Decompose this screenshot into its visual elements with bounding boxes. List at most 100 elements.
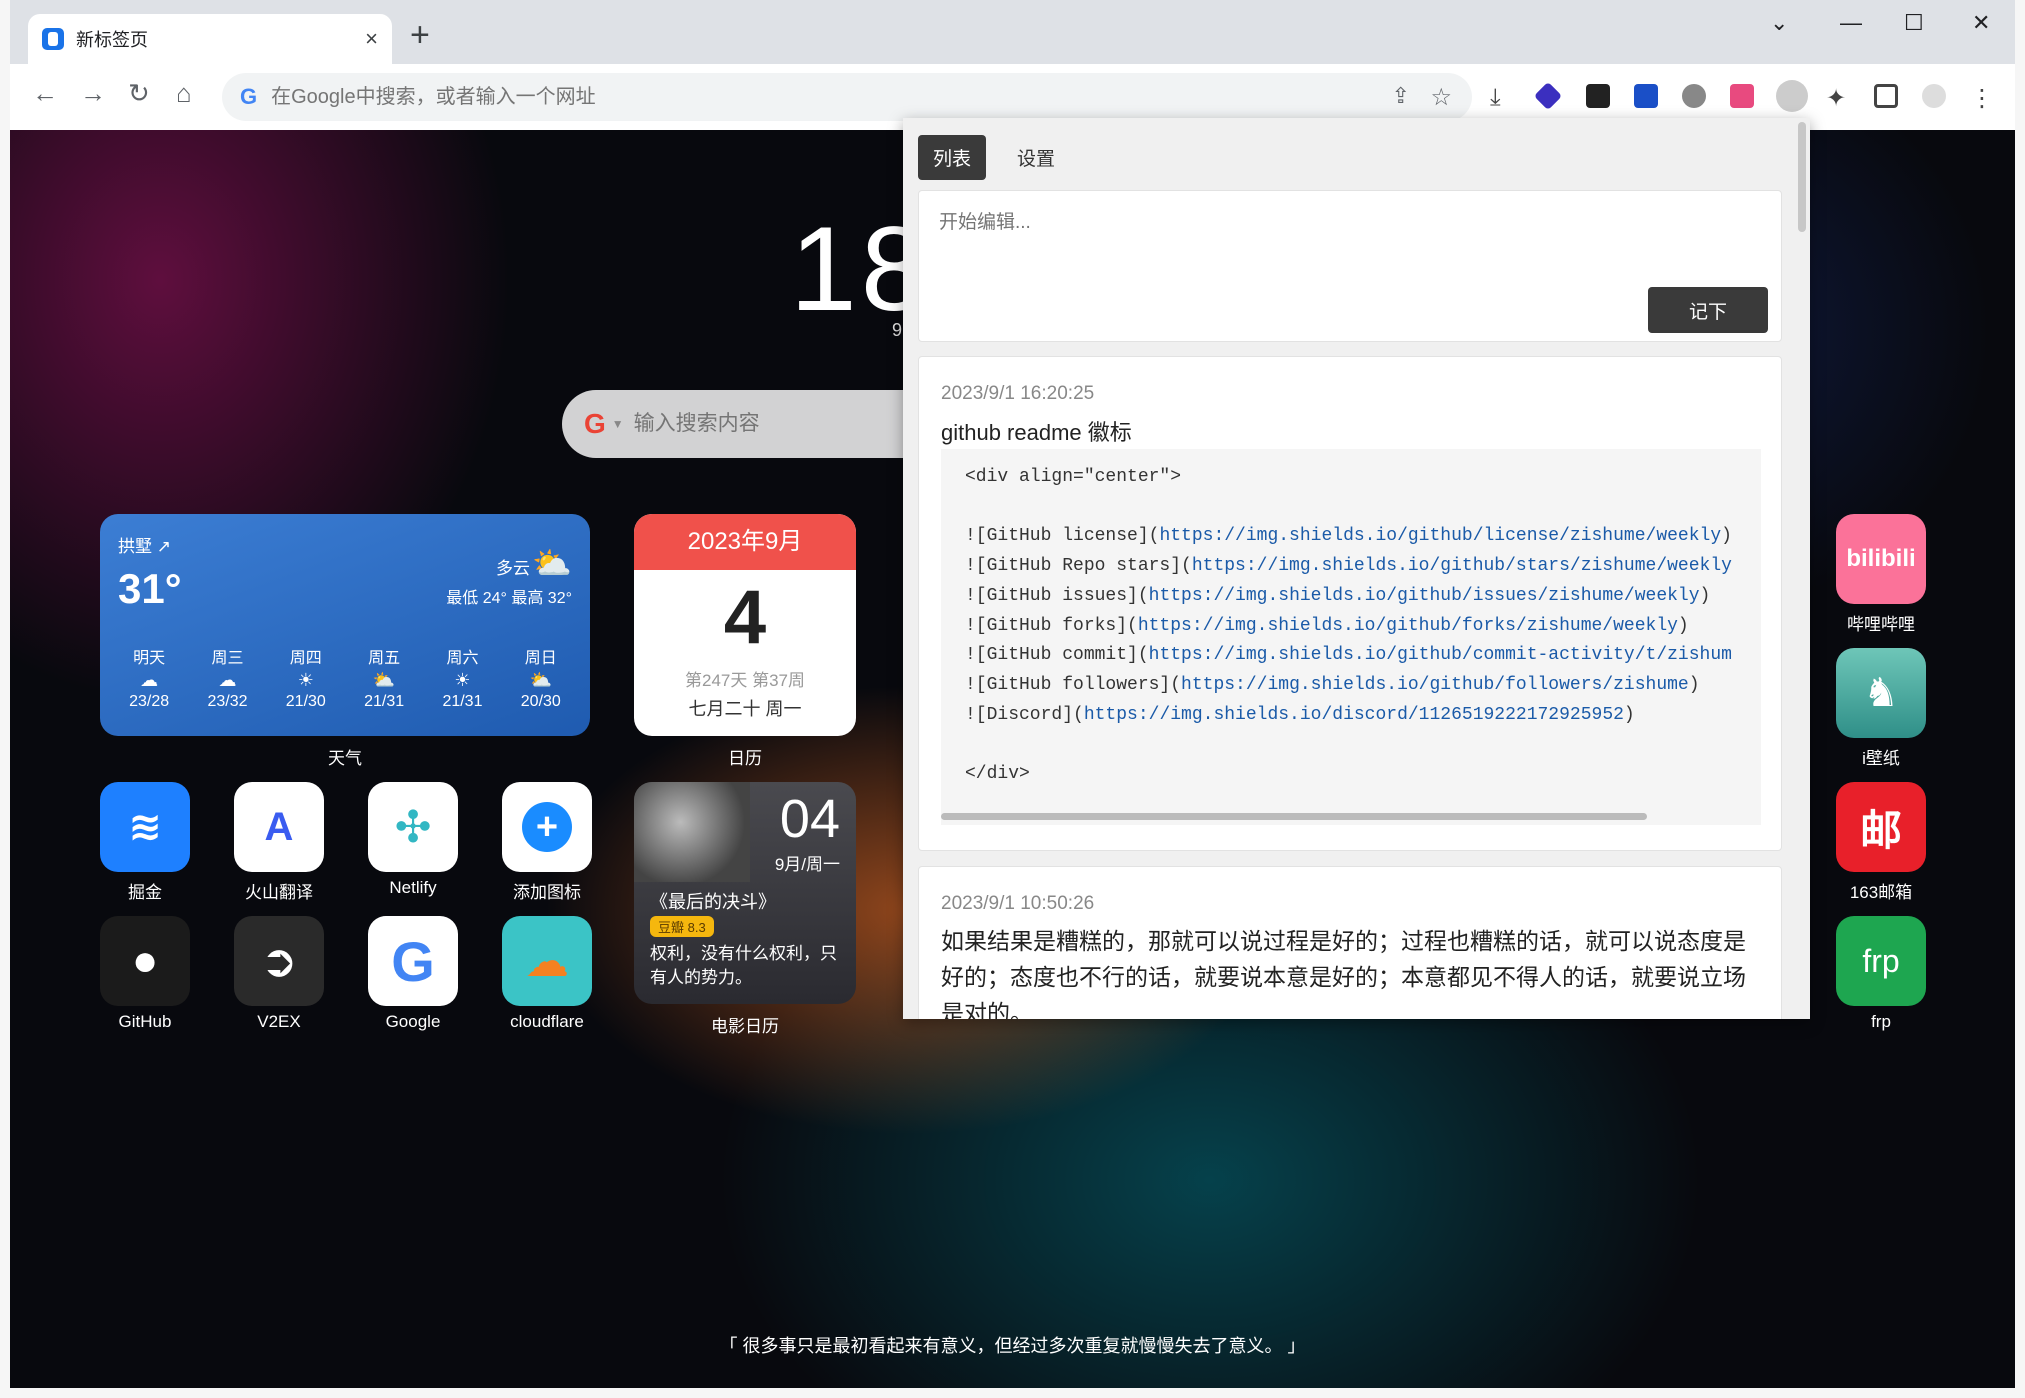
google-g-icon: G: [240, 84, 258, 109]
add-shortcut-button[interactable]: +: [502, 782, 592, 872]
reload-icon[interactable]: ↻: [128, 80, 150, 106]
profile-avatar[interactable]: [1922, 84, 1946, 108]
netlify-icon[interactable]: ✣: [368, 782, 458, 872]
tab-settings[interactable]: 设置: [1002, 135, 1070, 180]
note-card: 2023/9/1 16:20:25 github readme 徽标 <div …: [918, 356, 1782, 851]
github-icon[interactable]: ●: [100, 916, 190, 1006]
tab-close-icon[interactable]: ×: [365, 26, 378, 52]
popup-tabs: 列表 设置: [918, 135, 1086, 180]
code-line: <div align="center">: [965, 467, 1182, 487]
code-horizontal-scrollbar[interactable]: [941, 813, 1647, 820]
app-label-wallpaper: i壁纸: [1862, 749, 1900, 768]
code-url: https://img.shields.io/github/issues/zis…: [1148, 585, 1700, 606]
partly-cloudy-icon: ⛅: [372, 670, 396, 690]
note-card: 2023/9/1 10:50:26 如果结果是糟糕的，那就可以说过程是好的；过程…: [918, 866, 1782, 1019]
huoshan-translate-icon[interactable]: A: [234, 782, 324, 872]
calendar-widget[interactable]: 2023年9月 4 第247天 第37周 七月二十 周一: [634, 514, 856, 736]
bookmark-star-icon[interactable]: ☆: [1430, 83, 1452, 112]
maximize-icon[interactable]: ☐: [1904, 10, 1924, 36]
code-line: ![GitHub followers](https://img.shields.…: [965, 674, 1700, 695]
bilibili-icon[interactable]: bilibili: [1836, 514, 1926, 604]
newtab-favicon-icon: [42, 28, 64, 50]
back-icon[interactable]: ←: [32, 80, 58, 106]
cloud-icon: ☁: [140, 670, 159, 690]
clock-date: 9: [892, 320, 903, 340]
weather-label: 天气: [328, 749, 362, 768]
weather-condition: 多云: [496, 559, 530, 578]
new-tab-button[interactable]: +: [410, 18, 430, 52]
movie-quote: 权利，没有什么权利，只有人的势力。: [650, 944, 837, 987]
wallpaper-deer-icon[interactable]: ♞: [1836, 648, 1926, 738]
forward-icon[interactable]: →: [80, 80, 106, 106]
tab-newtab[interactable]: 新标签页 ×: [28, 14, 392, 64]
code-line: ![GitHub forks](https://img.shields.io/g…: [965, 615, 1689, 636]
calendar-day: 4: [723, 575, 767, 660]
partly-cloudy-icon: ⛅: [529, 670, 552, 690]
tab-list[interactable]: 列表: [918, 135, 987, 180]
search-input[interactable]: [633, 412, 905, 436]
forecast-day: 周五 ⛅ 21/31: [349, 644, 419, 711]
plus-icon: +: [522, 802, 572, 852]
juejin-icon[interactable]: ≋: [100, 782, 190, 872]
address-bar[interactable]: G ⇪ ☆: [222, 73, 1472, 121]
weather-widget[interactable]: 拱墅 ↗ 31° 多云 ⛅ 最低 24° 最高 32° 明天 ☁ 23/28 周三 ☁…: [100, 514, 590, 736]
code-url: https://img.shields.io/github/commit-act…: [1148, 645, 1732, 666]
movie-title: 《最后的决斗》: [650, 892, 776, 912]
google-icon[interactable]: G: [368, 916, 458, 1006]
forecast-day: 周六 ☀ 21/31: [427, 644, 497, 711]
address-input[interactable]: [271, 85, 1272, 109]
note-input[interactable]: [939, 207, 1759, 277]
popup-vertical-scrollbar[interactable]: [1798, 122, 1806, 232]
movie-poster: [634, 782, 750, 882]
forecast-day: 周三 ☁ 23/32: [192, 644, 262, 711]
search-engine-icon[interactable]: G: [584, 408, 606, 440]
tab-search-chevron-icon[interactable]: ⌄: [1770, 10, 1788, 36]
partly-cloudy-icon: ⛅: [532, 545, 572, 581]
browser-chrome: 新标签页 × + ⌄ — ☐ ✕ ← → ↻ ⌂ G ⇪ ☆: [10, 0, 2015, 130]
code-line: ![GitHub commit](https://img.shields.io/…: [965, 645, 1732, 666]
code-url: https://img.shields.io/discord/112651922…: [1083, 704, 1624, 725]
app-label-cloudflare: cloudflare: [510, 1012, 584, 1031]
notes-pen-icon[interactable]: [1776, 80, 1808, 112]
note-timestamp: 2023/9/1 16:20:25: [941, 383, 1095, 404]
extension-a-icon[interactable]: [1586, 84, 1610, 108]
code-line: ![GitHub issues](https://img.shields.io/…: [965, 585, 1711, 606]
motto-quote: 「 很多事只是最初看起来有意义，但经过多次重复就慢慢失去了意义。 」: [719, 1336, 1306, 1356]
forecast-day: 周四 ☀ 21/30: [271, 644, 341, 711]
app-label-bilibili: 哔哩哔哩: [1847, 615, 1915, 634]
engine-dropdown-icon[interactable]: ▼: [612, 417, 624, 431]
movie-rating-badge: 豆瓣 8.3: [650, 916, 714, 937]
share-icon[interactable]: ⇪: [1392, 83, 1410, 109]
mail163-icon[interactable]: 邮: [1836, 782, 1926, 872]
code-line: ![Discord](https://img.shields.io/discor…: [965, 704, 1635, 725]
calendar-month: 2023年9月: [634, 514, 856, 570]
download-icon[interactable]: ⤓: [1490, 84, 1514, 111]
extension-robot-icon[interactable]: [1682, 84, 1706, 108]
code-url: https://img.shields.io/github/followers/…: [1181, 674, 1689, 695]
close-window-icon[interactable]: ✕: [1972, 10, 1990, 36]
bitwarden-icon[interactable]: [1634, 84, 1658, 108]
app-label-juejin: 掘金: [128, 883, 162, 902]
app-label-netlify: Netlify: [389, 878, 437, 897]
extensions-puzzle-icon[interactable]: ✦: [1826, 84, 1850, 112]
sun-icon: ☀: [454, 670, 471, 690]
side-panel-icon[interactable]: [1874, 84, 1898, 108]
frp-icon[interactable]: frp: [1836, 916, 1926, 1006]
sun-icon: ☀: [297, 670, 314, 690]
movie-date: 9月/周一: [774, 855, 840, 874]
menu-kebab-icon[interactable]: ⋮: [1970, 84, 1994, 112]
weather-forecast: 明天 ☁ 23/28 周三 ☁ 23/32 周四 ☀ 21/30 周五 ⛅ 21/31 周六 ☀ 2…: [110, 644, 580, 711]
minimize-icon[interactable]: —: [1840, 10, 1862, 36]
home-icon[interactable]: ⌂: [176, 80, 192, 106]
note-timestamp: 2023/9/1 10:50:26: [941, 893, 1095, 914]
save-note-button[interactable]: 记下: [1648, 287, 1768, 333]
v2ex-icon[interactable]: ➲: [234, 916, 324, 1006]
cloudflare-icon[interactable]: ☁: [502, 916, 592, 1006]
translate-icon[interactable]: [1730, 84, 1754, 108]
tab-bar: 新标签页 × + ⌄ — ☐ ✕: [10, 0, 2015, 64]
app-label-google: Google: [385, 1012, 441, 1031]
movie-calendar-widget[interactable]: 04 9月/周一 《最后的决斗》 豆瓣 8.3 权利，没有什么权利，只有人的势力…: [634, 782, 856, 1004]
app-label-add: 添加图标: [513, 883, 581, 902]
